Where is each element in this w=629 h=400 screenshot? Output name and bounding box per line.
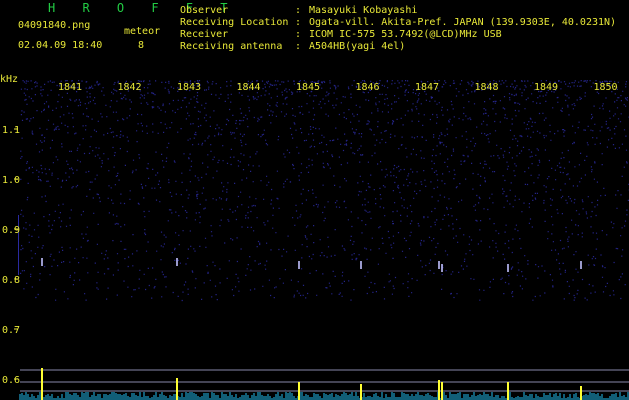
meteor-echo <box>507 264 509 272</box>
power-trace <box>19 392 629 400</box>
noise-speckle <box>20 80 629 302</box>
freq-tick-label: 0.9 <box>2 225 20 236</box>
hroft-window: H R O F F T 04091840.png 02.04.09 18:40 … <box>0 0 629 400</box>
meteor-echo <box>298 261 300 269</box>
time-tick-label: 1848 <box>474 82 498 93</box>
time-tick-label: 1847 <box>415 82 439 93</box>
meteor-echo <box>41 258 43 266</box>
freq-tick-label: 1.0 <box>2 175 20 186</box>
meteor-echo <box>176 258 178 266</box>
power-trace-layer <box>19 368 629 400</box>
time-tick-label: 1850 <box>593 82 617 93</box>
freq-tick-label: 0.6 <box>2 375 20 386</box>
freq-tick-label: 0.7 <box>2 325 20 336</box>
time-tick-label: 1849 <box>534 82 558 93</box>
meteor-echo <box>441 264 443 272</box>
time-tick-label: 1841 <box>58 82 82 93</box>
y-unit-label: kHz <box>0 74 18 85</box>
meteor-echo <box>360 261 362 269</box>
axis-label-layer: kHz 1841 1842 1843 1844 1845 1846 1847 1848 1849 1… <box>0 74 618 386</box>
meteor-echo <box>580 261 582 269</box>
time-tick-label: 1846 <box>355 82 379 93</box>
time-tick-label: 1844 <box>236 82 260 93</box>
time-tick-label: 1842 <box>117 82 141 93</box>
noise-streak <box>18 215 19 275</box>
meteor-echo <box>438 261 440 269</box>
grid-layer <box>20 369 629 392</box>
freq-tick-label: 0.8 <box>2 275 20 286</box>
time-tick-label: 1845 <box>296 82 320 93</box>
time-tick-label: 1843 <box>177 82 201 93</box>
spectrogram-plot: kHz 1841 1842 1843 1844 1845 1846 1847 1848 1849 1… <box>0 74 629 400</box>
freq-tick-label: 1.1 <box>2 125 20 136</box>
noise-layer <box>18 80 629 302</box>
